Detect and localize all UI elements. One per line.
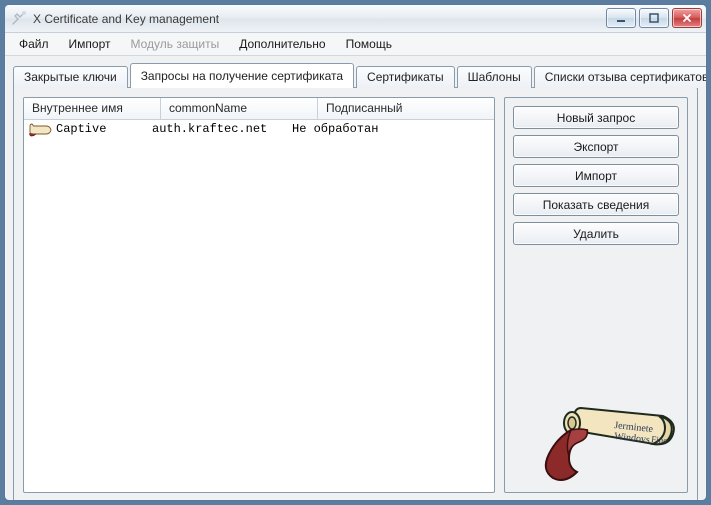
request-list: Внутреннее имя commonName Подписанный Ca… <box>23 97 495 493</box>
new-request-button[interactable]: Новый запрос <box>513 106 679 129</box>
titlebar: X Certificate and Key management <box>5 5 706 33</box>
tab-csr[interactable]: Запросы на получение сертификата <box>130 63 354 88</box>
spacer <box>513 251 679 380</box>
svg-text:Fine: Fine <box>651 434 668 446</box>
tab-strip: Закрытые ключи Запросы на получение серт… <box>5 56 706 87</box>
cell-signed: Не обработан <box>292 122 494 136</box>
tab-templates[interactable]: Шаблоны <box>457 66 532 88</box>
tab-content: Внутреннее имя commonName Подписанный Ca… <box>13 87 698 501</box>
csr-icon <box>28 121 52 137</box>
cell-cn: auth.kraftec.net <box>152 122 292 136</box>
tab-certificates[interactable]: Сертификаты <box>356 66 455 88</box>
app-window: X Certificate and Key management Файл Им… <box>4 4 707 501</box>
brand-logo: Jerminete Windovs Fine <box>513 386 679 486</box>
svg-text:Windovs: Windovs <box>614 431 651 446</box>
delete-button[interactable]: Удалить <box>513 222 679 245</box>
menu-import[interactable]: Импорт <box>61 35 119 53</box>
maximize-button[interactable] <box>639 8 669 28</box>
col-signed[interactable]: Подписанный <box>318 98 494 119</box>
menu-file[interactable]: Файл <box>11 35 57 53</box>
app-icon <box>11 11 27 27</box>
list-rows[interactable]: Captive auth.kraftec.net Не обработан <box>24 120 494 492</box>
menu-security-module: Модуль защиты <box>122 35 227 53</box>
col-internal-name[interactable]: Внутреннее имя <box>24 98 161 119</box>
col-common-name[interactable]: commonName <box>161 98 318 119</box>
import-button[interactable]: Импорт <box>513 164 679 187</box>
menubar: Файл Импорт Модуль защиты Дополнительно … <box>5 33 706 56</box>
export-button[interactable]: Экспорт <box>513 135 679 158</box>
close-button[interactable] <box>672 8 702 28</box>
list-row[interactable]: Captive auth.kraftec.net Не обработан <box>24 120 494 138</box>
window-controls <box>606 8 702 28</box>
show-details-button[interactable]: Показать сведения <box>513 193 679 216</box>
menu-help[interactable]: Помощь <box>338 35 400 53</box>
tab-crls[interactable]: Списки отзыва сертификатов <box>534 66 707 88</box>
action-panel: Новый запрос Экспорт Импорт Показать све… <box>504 97 688 493</box>
minimize-button[interactable] <box>606 8 636 28</box>
tab-private-keys[interactable]: Закрытые ключи <box>13 66 128 88</box>
list-header: Внутреннее имя commonName Подписанный <box>24 98 494 120</box>
cell-internal: Captive <box>56 122 152 136</box>
menu-extra[interactable]: Дополнительно <box>231 35 333 53</box>
window-title: X Certificate and Key management <box>33 12 219 26</box>
